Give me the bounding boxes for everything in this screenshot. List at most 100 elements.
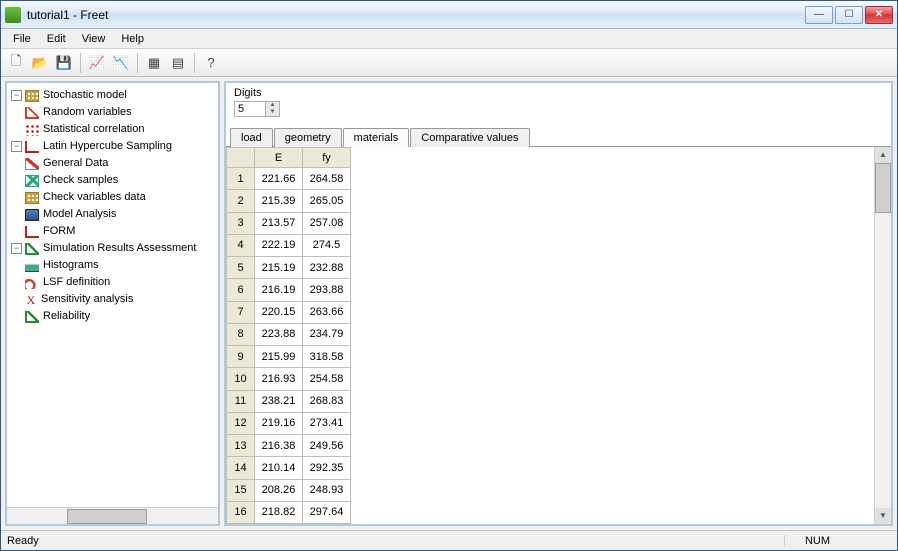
help-button[interactable]: ? [200,52,222,74]
tree-lsf[interactable]: LSF definition [43,274,110,291]
cell-E[interactable]: 221.66 [255,168,303,190]
row-header[interactable]: 2 [227,190,255,212]
tree-histograms[interactable]: Histograms [43,257,99,274]
cell-fy[interactable]: 263.66 [303,301,351,323]
cell-E[interactable]: 210.14 [255,457,303,479]
row-header[interactable]: 11 [227,390,255,412]
tree-lhs[interactable]: Latin Hypercube Sampling [43,138,172,155]
open-button[interactable]: 📂 [29,52,51,74]
row-header[interactable]: 7 [227,301,255,323]
table-row[interactable]: 7220.15263.66 [227,301,351,323]
menu-help[interactable]: Help [113,31,152,47]
table-row[interactable]: 16218.82297.64 [227,501,351,523]
cell-fy[interactable]: 232.88 [303,257,351,279]
table-row[interactable]: 2215.39265.05 [227,190,351,212]
row-header[interactable]: 13 [227,435,255,457]
collapse-icon[interactable]: − [11,243,22,254]
cell-fy[interactable]: 297.64 [303,501,351,523]
row-header[interactable]: 14 [227,457,255,479]
table-row[interactable]: 4222.19274.5 [227,234,351,256]
menu-file[interactable]: File [5,31,39,47]
row-header[interactable]: 9 [227,346,255,368]
cell-fy[interactable]: 293.88 [303,279,351,301]
cell-fy[interactable]: 268.83 [303,390,351,412]
table-row[interactable]: 14210.14292.35 [227,457,351,479]
cell-fy[interactable]: 248.93 [303,479,351,501]
tree-reliability[interactable]: Reliability [43,308,90,325]
tree-form[interactable]: FORM [43,223,75,240]
row-header[interactable]: 15 [227,479,255,501]
tab-materials[interactable]: materials [343,128,410,147]
col-header-fy[interactable]: fy [303,148,351,168]
menu-view[interactable]: View [74,31,114,47]
digits-input[interactable] [235,102,265,116]
cell-E[interactable]: 215.99 [255,346,303,368]
tree-sim-results[interactable]: Simulation Results Assessment [43,240,196,257]
cell-E[interactable]: 220.15 [255,301,303,323]
tree-check-samples[interactable]: Check samples [43,172,118,189]
tree-stat-corr[interactable]: Statistical correlation [43,121,145,138]
tree-hscrollbar[interactable] [7,507,218,524]
data-table[interactable]: E fy 1221.66264.582215.39265.053213.5725… [226,147,351,524]
scroll-down-icon[interactable]: ▼ [875,508,891,524]
table-row[interactable]: 15208.26248.93 [227,479,351,501]
cell-fy[interactable]: 318.58 [303,346,351,368]
scroll-up-icon[interactable]: ▲ [875,147,891,163]
row-header[interactable]: 16 [227,501,255,523]
chart1-button[interactable]: 📈 [86,52,108,74]
tab-comparative[interactable]: Comparative values [410,128,529,147]
cell-fy[interactable]: 234.79 [303,323,351,345]
table-row[interactable]: 3213.57257.08 [227,212,351,234]
table-row[interactable]: 10216.93254.58 [227,368,351,390]
titlebar[interactable]: tutorial1 - Freet — ☐ ✕ [1,1,897,29]
cell-E[interactable]: 238.21 [255,390,303,412]
spin-down-icon[interactable]: ▼ [265,109,279,116]
cell-fy[interactable]: 292.35 [303,457,351,479]
row-header[interactable]: 6 [227,279,255,301]
row-header[interactable]: 4 [227,234,255,256]
cell-E[interactable]: 223.88 [255,323,303,345]
table-row[interactable]: 5215.19232.88 [227,257,351,279]
cell-E[interactable]: 219.16 [255,412,303,434]
table-row[interactable]: 1221.66264.58 [227,168,351,190]
table-row[interactable]: 9215.99318.58 [227,346,351,368]
cell-fy[interactable]: 273.41 [303,412,351,434]
table-row[interactable]: 8223.88234.79 [227,323,351,345]
cell-E[interactable]: 222.19 [255,234,303,256]
collapse-icon[interactable]: − [11,90,22,101]
tree-stochastic[interactable]: Stochastic model [43,87,127,104]
tree-general-data[interactable]: General Data [43,155,108,172]
grid1-button[interactable]: ▦ [143,52,165,74]
digits-spinner[interactable]: ▲▼ [234,101,280,117]
grid2-button[interactable]: ▤ [167,52,189,74]
cell-E[interactable]: 208.26 [255,479,303,501]
tab-load[interactable]: load [230,128,273,147]
table-row[interactable]: 11238.21268.83 [227,390,351,412]
cell-E[interactable]: 216.38 [255,435,303,457]
cell-E[interactable]: 215.39 [255,190,303,212]
tab-geometry[interactable]: geometry [274,128,342,147]
tree-model-analysis[interactable]: Model Analysis [43,206,116,223]
cell-fy[interactable]: 249.56 [303,435,351,457]
tree-sensitivity[interactable]: Sensitivity analysis [41,291,133,308]
collapse-icon[interactable]: − [11,141,22,152]
row-header[interactable]: 8 [227,323,255,345]
row-header[interactable]: 1 [227,168,255,190]
tree-random-vars[interactable]: Random variables [43,104,132,121]
cell-fy[interactable]: 254.58 [303,368,351,390]
tree[interactable]: − Stochastic model Random variables Stati… [7,83,218,507]
row-header[interactable]: 12 [227,412,255,434]
table-row[interactable]: 12219.16273.41 [227,412,351,434]
table-row[interactable]: 6216.19293.88 [227,279,351,301]
vscrollbar[interactable]: ▲ ▼ [874,147,891,524]
minimize-button[interactable]: — [805,6,833,24]
tree-check-vars[interactable]: Check variables data [43,189,146,206]
cell-fy[interactable]: 264.58 [303,168,351,190]
cell-fy[interactable]: 274.5 [303,234,351,256]
maximize-button[interactable]: ☐ [835,6,863,24]
cell-E[interactable]: 213.57 [255,212,303,234]
row-header[interactable]: 3 [227,212,255,234]
menu-edit[interactable]: Edit [39,31,74,47]
save-button[interactable]: 💾 [53,52,75,74]
close-button[interactable]: ✕ [865,6,893,24]
